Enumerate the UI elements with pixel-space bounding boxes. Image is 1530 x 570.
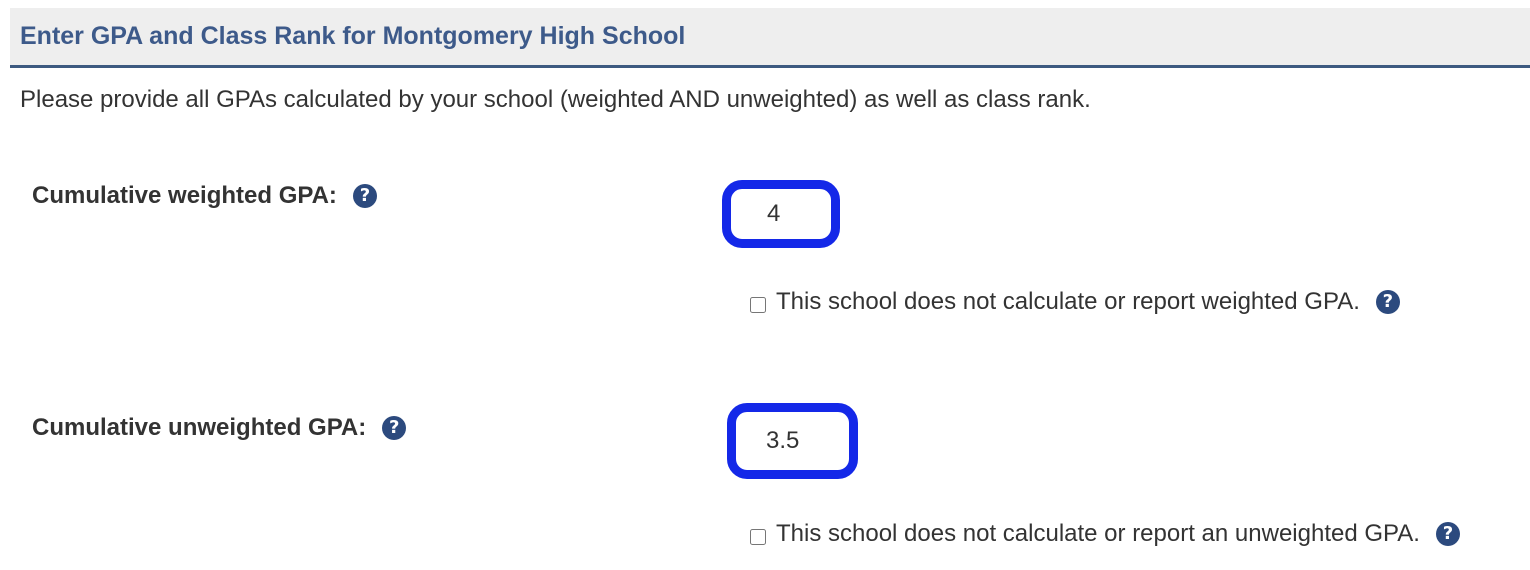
unweighted-gpa-not-reported-row: This school does not calculate or report…: [750, 520, 1460, 548]
weighted-gpa-label-row: Cumulative weighted GPA: ?: [32, 182, 377, 210]
unweighted-gpa-help-icon[interactable]: ?: [382, 416, 407, 440]
unweighted-gpa-input[interactable]: [727, 403, 858, 479]
weighted-gpa-help-icon[interactable]: ?: [352, 184, 377, 208]
weighted-gpa-not-reported-label[interactable]: This school does not calculate or report…: [776, 288, 1360, 316]
section-header: Enter GPA and Class Rank for Montgomery …: [10, 8, 1530, 68]
weighted-gpa-not-reported-row: This school does not calculate or report…: [750, 288, 1400, 316]
section-title: Enter GPA and Class Rank for Montgomery …: [20, 22, 686, 50]
unweighted-gpa-label-row: Cumulative unweighted GPA: ?: [32, 414, 407, 442]
unweighted-gpa-label: Cumulative unweighted GPA:: [32, 414, 367, 441]
weighted-gpa-label: Cumulative weighted GPA:: [32, 182, 337, 209]
weighted-gpa-not-reported-help-icon[interactable]: ?: [1375, 290, 1400, 314]
unweighted-gpa-not-reported-checkbox[interactable]: [750, 529, 766, 545]
unweighted-gpa-not-reported-help-icon[interactable]: ?: [1435, 522, 1460, 546]
weighted-gpa-input[interactable]: [722, 180, 840, 248]
gpa-form-page: Enter GPA and Class Rank for Montgomery …: [0, 0, 1530, 570]
weighted-gpa-not-reported-checkbox[interactable]: [750, 297, 766, 313]
unweighted-gpa-not-reported-label[interactable]: This school does not calculate or report…: [776, 520, 1420, 548]
intro-text: Please provide all GPAs calculated by yo…: [20, 86, 1091, 113]
